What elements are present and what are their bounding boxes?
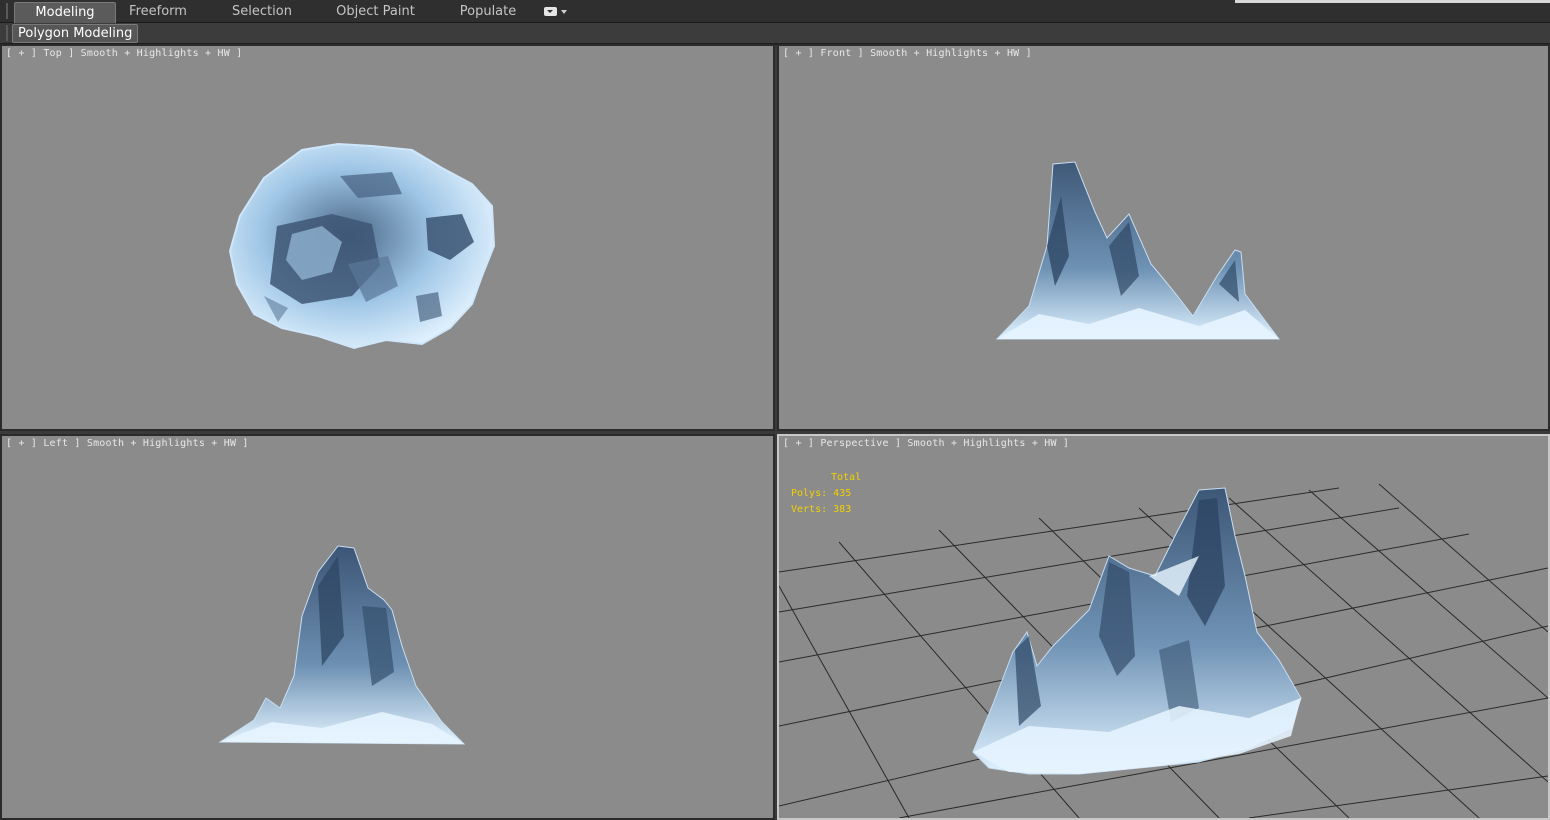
- stats-title: Total: [831, 472, 862, 483]
- tab-freeform[interactable]: Freeform: [115, 2, 201, 22]
- stats-verts-value: 383: [833, 504, 852, 515]
- left-view-rock-mesh: [218, 545, 466, 745]
- ribbon-panel-grip: [6, 25, 8, 41]
- perspective-rock-mesh: [972, 487, 1302, 775]
- ribbon-panel-bar: Polygon Modeling: [0, 23, 1550, 45]
- viewport-top[interactable]: [ + ] Top ] Smooth + Highlights + HW ]: [0, 44, 775, 431]
- polygon-modeling-panel-button[interactable]: Polygon Modeling: [12, 24, 139, 43]
- title-bar-edge: [1235, 0, 1550, 3]
- ribbon-tab-bar: Modeling Freeform Selection Object Paint…: [0, 0, 1550, 23]
- stats-polys-row: Polys: 435: [791, 486, 861, 502]
- stats-polys-label: Polys:: [791, 488, 828, 499]
- toggle-pill-icon: [544, 7, 557, 16]
- scene-statistics: Total Polys: 435 Verts: 383: [791, 470, 861, 518]
- tab-modeling[interactable]: Modeling: [14, 2, 116, 23]
- viewport-perspective[interactable]: [ + ] Perspective ] Smooth + Highlights …: [777, 434, 1550, 820]
- stats-polys-value: 435: [833, 488, 852, 499]
- ribbon-grip: [6, 3, 8, 19]
- stats-verts-label: Verts:: [791, 504, 828, 515]
- front-view-rock-mesh: [995, 161, 1281, 340]
- tab-selection[interactable]: Selection: [215, 2, 309, 22]
- viewport-left[interactable]: [ + ] Left ] Smooth + Highlights + HW ]: [0, 434, 775, 820]
- chevron-down-icon: [561, 10, 567, 14]
- ribbon-options-button[interactable]: [544, 6, 568, 18]
- top-view-rock-mesh: [228, 142, 496, 350]
- stats-verts-row: Verts: 383: [791, 502, 861, 518]
- tab-object-paint[interactable]: Object Paint: [324, 2, 427, 22]
- tab-populate[interactable]: Populate: [446, 2, 530, 22]
- viewport-front[interactable]: [ + ] Front ] Smooth + Highlights + HW ]: [777, 44, 1550, 431]
